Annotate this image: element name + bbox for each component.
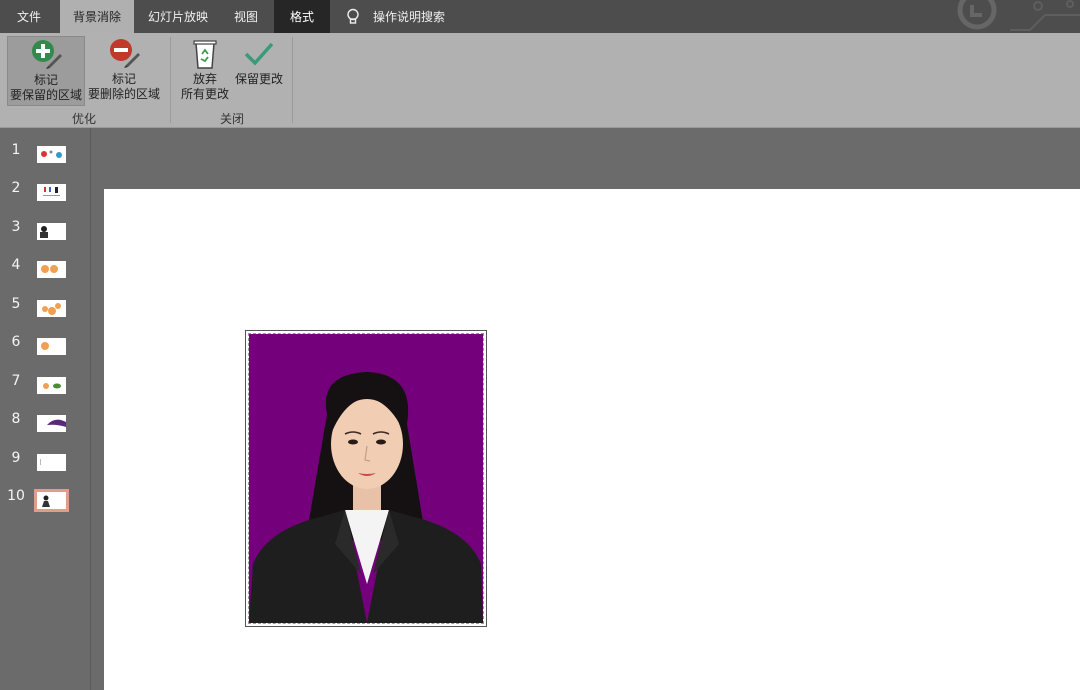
slide-preview-selected <box>34 489 69 512</box>
slide-number: 6 <box>11 334 21 350</box>
tab-file[interactable]: 文件 <box>0 0 58 33</box>
tab-view[interactable]: 视图 <box>222 0 270 33</box>
slide-preview <box>37 415 66 432</box>
slide-preview <box>37 454 66 471</box>
plus-pencil-icon <box>29 39 63 71</box>
slide-preview <box>37 338 66 355</box>
group-label-refine: 优化 <box>71 112 96 126</box>
discard-line1: 放弃 <box>192 72 217 86</box>
minus-pencil-icon <box>107 38 141 70</box>
slide-number: 9 <box>11 450 21 466</box>
decorative-circuit-pattern <box>920 0 1080 33</box>
slide-thumbnail-7[interactable]: 7 <box>0 373 90 409</box>
mark-keep-line2: 要保留的区域 <box>9 88 82 102</box>
slide-thumbnail-8[interactable]: 8 <box>0 411 90 447</box>
group-separator <box>170 37 171 123</box>
slide-thumbnail-3[interactable]: 3 <box>0 219 90 255</box>
slide-number: 8 <box>11 411 21 427</box>
tell-me-label: 操作说明搜索 <box>373 10 446 24</box>
portrait-photo <box>248 333 484 624</box>
slide-preview <box>37 184 66 201</box>
lightbulb-icon <box>347 8 359 24</box>
slide-thumbnail-panel: 1 2 3 4 5 6 7 8 9 10 <box>0 128 91 690</box>
ribbon-tab-bar: 文件 背景消除 幻灯片放映 视图 格式 操作说明搜索 <box>0 0 1080 33</box>
slide-thumbnail-4[interactable]: 4 <box>0 257 90 293</box>
checkmark-icon <box>242 38 276 70</box>
mark-remove-line2: 要删除的区域 <box>87 87 160 101</box>
ribbon: 标记 要保留的区域 标记 要删除的区域 优化 放弃 所有更改 保留更改 关闭 <box>0 33 1080 128</box>
keep-line1: 保留更改 <box>234 72 283 86</box>
group-label-close: 关闭 <box>219 112 244 126</box>
slide-thumbnail-10[interactable]: 10 <box>0 488 90 524</box>
group-separator <box>292 37 293 123</box>
slide-thumbnail-6[interactable]: 6 <box>0 334 90 370</box>
slide-number: 2 <box>11 180 21 196</box>
slide-number: 10 <box>7 488 25 504</box>
recycle-bin-icon <box>188 38 222 70</box>
slide-preview <box>37 377 66 394</box>
slide-number: 1 <box>11 142 21 158</box>
slide-number: 3 <box>11 219 21 235</box>
slide-thumbnail-9[interactable]: 9 <box>0 450 90 486</box>
mark-keep-line1: 标记 <box>33 73 58 87</box>
discard-line2: 所有更改 <box>180 87 229 101</box>
discard-all-changes-button[interactable]: 放弃 所有更改 <box>176 36 234 106</box>
selected-picture[interactable] <box>245 330 487 627</box>
slide-preview <box>37 146 66 163</box>
slide-thumbnail-2[interactable]: 2 <box>0 180 90 216</box>
slide-number: 5 <box>11 296 21 312</box>
tab-slideshow[interactable]: 幻灯片放映 <box>136 0 220 33</box>
tell-me-search[interactable]: 操作说明搜索 <box>340 0 460 33</box>
keep-changes-button[interactable]: 保留更改 <box>232 36 286 106</box>
tab-background-removal[interactable]: 背景消除 <box>60 0 134 33</box>
mark-remove-line1: 标记 <box>111 72 136 86</box>
tab-format[interactable]: 格式 <box>274 0 330 33</box>
mark-areas-to-remove-button[interactable]: 标记 要删除的区域 <box>86 36 162 106</box>
slide-thumbnail-5[interactable]: 5 <box>0 296 90 332</box>
slide-thumbnail-1[interactable]: 1 <box>0 142 90 178</box>
slide-preview <box>37 223 66 240</box>
slide-number: 4 <box>11 257 21 273</box>
slide-preview <box>37 261 66 278</box>
slide-preview <box>37 300 66 317</box>
slide-number: 7 <box>11 373 21 389</box>
mark-areas-to-keep-button[interactable]: 标记 要保留的区域 <box>7 36 85 106</box>
